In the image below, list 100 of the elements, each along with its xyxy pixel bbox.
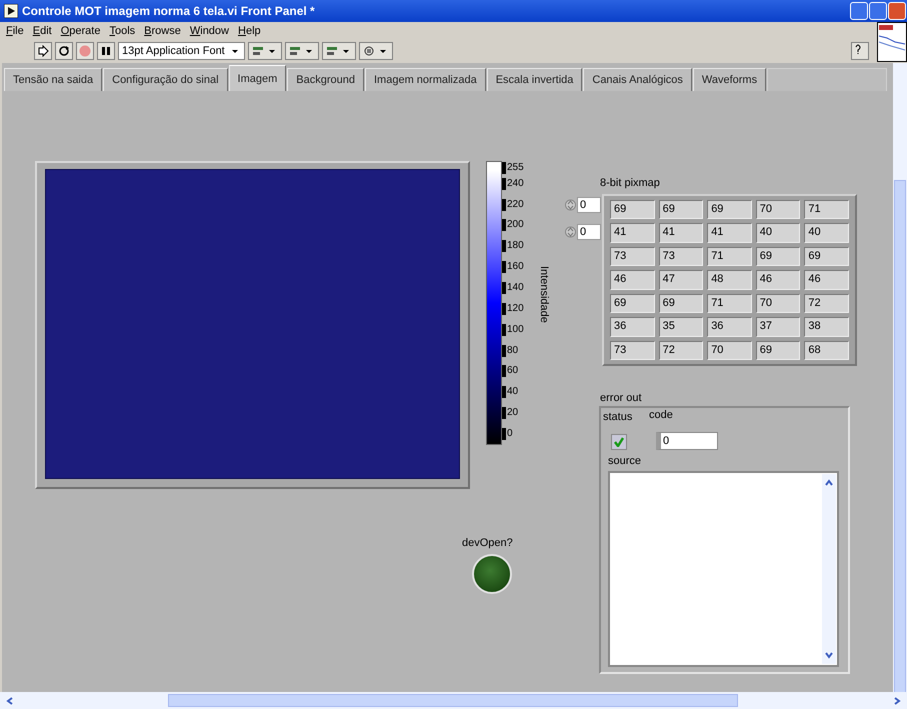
minimize-button[interactable]: [850, 2, 868, 20]
array-cell: 37: [756, 317, 800, 337]
array-cell: 41: [610, 223, 655, 243]
array-cell: 69: [658, 200, 704, 220]
array-cell: 46: [804, 270, 849, 290]
help-button[interactable]: [851, 42, 869, 60]
array-cell: 41: [658, 223, 704, 243]
menu-item[interactable]: Browse: [144, 24, 181, 36]
tab[interactable]: Imagem: [228, 65, 286, 91]
maximize-button[interactable]: [869, 2, 887, 20]
tab[interactable]: Imagem normalizada: [365, 68, 486, 91]
status-checkbox[interactable]: [611, 434, 627, 450]
menu-item[interactable]: File: [6, 24, 24, 36]
stop-icon: [79, 45, 91, 57]
run-button[interactable]: [34, 42, 52, 60]
vertical-scrollbar[interactable]: [893, 63, 907, 692]
reorder-icon: [362, 45, 375, 57]
array-cell: 41: [707, 223, 752, 243]
array-cell: 40: [756, 223, 800, 243]
scale-tick-label: 255: [502, 162, 524, 174]
align-icon: [252, 45, 264, 57]
array-cell: 36: [707, 317, 752, 337]
array-cell: 73: [610, 340, 655, 360]
scale-tick-label: 240: [502, 178, 524, 190]
index-field[interactable]: 0: [577, 197, 601, 213]
pause-icon: [100, 45, 112, 57]
window-title: Controle MOT imagem norma 6 tela.vi Front Panel *: [22, 4, 316, 18]
run-continuously-button[interactable]: [55, 42, 73, 60]
align-dropdown[interactable]: [248, 42, 282, 60]
index-field[interactable]: 0: [577, 224, 601, 240]
cluster-label: error out: [600, 392, 642, 404]
distribute-dropdown[interactable]: [284, 42, 319, 60]
scale-tick-label: 60: [502, 365, 518, 378]
tab[interactable]: Escala invertida: [486, 68, 582, 91]
tab[interactable]: Background: [287, 68, 364, 91]
array-cell: 72: [804, 294, 849, 314]
array-cell: 40: [804, 223, 849, 243]
tab[interactable]: Canais Analógicos: [583, 68, 692, 91]
array-cell: 71: [804, 200, 849, 220]
vi-icon: [877, 22, 907, 62]
menu-item[interactable]: Tools: [109, 24, 136, 36]
led-label: devOpen?: [462, 537, 513, 549]
scale-label: Intensidade: [538, 266, 550, 323]
array-cell: 70: [707, 340, 752, 360]
array-cell: 69: [804, 246, 849, 266]
array-cell: 68: [804, 340, 849, 360]
array-cell: 38: [804, 317, 849, 337]
array-cell: 46: [610, 270, 655, 290]
menu-item[interactable]: Operate: [60, 24, 100, 36]
check-icon: [614, 437, 624, 447]
array-cell: 70: [756, 294, 800, 314]
reorder-dropdown[interactable]: [358, 42, 393, 60]
array-cell: 69: [756, 340, 800, 360]
array-cell: 71: [707, 246, 752, 266]
menu-item[interactable]: Window: [190, 24, 229, 36]
source-label: source: [608, 455, 642, 467]
close-button[interactable]: [888, 2, 906, 20]
tab[interactable]: Tensão na saida: [4, 68, 102, 91]
array-cell: 69: [707, 200, 752, 220]
array-cell: 71: [707, 294, 752, 314]
status-label: status: [603, 411, 632, 423]
scale-tick-label: 120: [502, 302, 524, 315]
source-field[interactable]: [608, 471, 839, 667]
scale-tick-label: 80: [502, 344, 518, 357]
scale-tick-label: 0: [502, 428, 513, 440]
array-cell: 47: [658, 270, 704, 290]
tab[interactable]: Waveforms: [692, 68, 766, 91]
tab[interactable]: Configuração do sinal: [103, 68, 228, 91]
horizontal-scrollbar[interactable]: [0, 692, 907, 709]
resize-dropdown[interactable]: [322, 42, 356, 60]
menu-item[interactable]: Edit: [32, 24, 52, 36]
scale-tick-label: 220: [502, 198, 524, 210]
array-cell: 73: [658, 246, 704, 266]
pixmap-label: 8-bit pixmap: [600, 177, 660, 189]
array-cell: 69: [610, 200, 655, 220]
array-cell: 70: [756, 200, 800, 220]
font-dropdown[interactable]: 13pt Application Font: [118, 42, 245, 60]
scale-tick-label: 160: [502, 261, 524, 274]
array-cell: 73: [610, 246, 655, 266]
array-cell: 36: [610, 317, 655, 337]
scale-tick-label: 40: [502, 386, 518, 398]
scale-tick-label: 140: [502, 282, 524, 294]
scale-tick-label: 180: [502, 240, 524, 252]
scale-tick-label: 200: [502, 219, 524, 232]
resize-icon: [326, 45, 338, 57]
distribute-icon: [288, 45, 301, 57]
menu-item[interactable]: Help: [238, 24, 261, 36]
array-cell: 69: [610, 294, 655, 314]
arrow-icon: [37, 45, 49, 57]
array-cell: 46: [756, 270, 800, 290]
scale-tick-label: 100: [502, 324, 524, 336]
app-icon: [4, 4, 18, 18]
array-cell: 69: [658, 294, 704, 314]
code-field[interactable]: 0: [656, 432, 718, 450]
scale-tick-label: 20: [502, 407, 518, 420]
code-label: code: [649, 409, 673, 421]
circular-arrows-icon: [58, 45, 70, 57]
array-cell: 69: [756, 246, 800, 266]
array-cell: 48: [707, 270, 752, 290]
pause-button[interactable]: [97, 42, 115, 60]
